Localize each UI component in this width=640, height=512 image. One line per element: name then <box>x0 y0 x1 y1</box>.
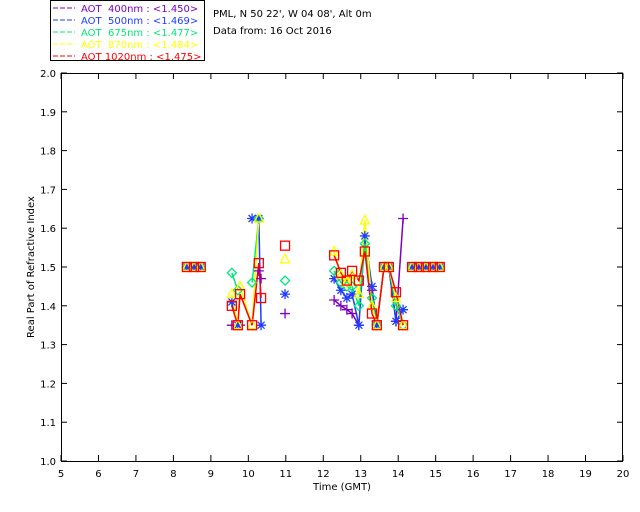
legend-entry: AOT 675nm : <1.477> <box>81 28 198 39</box>
series-markers <box>181 212 446 331</box>
y-tick-label: 1.9 <box>40 108 56 119</box>
x-tick-label: 19 <box>579 469 592 480</box>
y-tick-label: 1.5 <box>40 263 56 274</box>
x-tick-label: 20 <box>617 469 630 480</box>
x-tick-label: 12 <box>317 469 330 480</box>
x-tick-label: 5 <box>58 469 64 480</box>
legend-entry: AOT 1020nm : <1.475> <box>81 52 201 63</box>
y-axis-label: Real Part of Refractive Index <box>26 196 37 338</box>
x-tick-label: 7 <box>133 469 139 480</box>
site-info: PML, N 50 22', W 04 08', Alt 0m <box>213 9 372 20</box>
legend-entry: AOT 870nm : <1.484> <box>81 40 198 51</box>
data-point-asterisk <box>353 320 364 331</box>
data-point-diamond <box>279 275 291 286</box>
x-tick-label: 6 <box>95 469 101 480</box>
y-tick-label: 1.2 <box>40 379 56 390</box>
date-info: Data from: 16 Oct 2016 <box>213 26 332 37</box>
y-tick-label: 1.1 <box>40 418 56 429</box>
y-tick-label: 2.0 <box>40 69 56 80</box>
y-tick-label: 1.4 <box>40 302 56 313</box>
y-tick-label: 1.6 <box>40 224 56 235</box>
data-point-plus <box>280 308 291 319</box>
data-point-square <box>279 240 291 251</box>
plot-frame <box>61 73 623 462</box>
data-point-plus <box>398 213 409 224</box>
data-point-asterisk <box>280 289 291 300</box>
y-tick-label: 1.8 <box>40 147 56 158</box>
y-tick-label: 1.3 <box>40 341 56 352</box>
x-axis-label: Time (GMT) <box>312 482 371 493</box>
data-point-triangle <box>279 252 291 264</box>
data-point-asterisk <box>256 320 267 331</box>
legend-entry: AOT 500nm : <1.469> <box>81 16 198 27</box>
x-tick-label: 14 <box>392 469 405 480</box>
x-tick-label: 8 <box>170 469 176 480</box>
x-tick-label: 17 <box>504 469 517 480</box>
data-point-asterisk <box>366 281 377 292</box>
x-tick-label: 11 <box>279 469 292 480</box>
legend-entry: AOT 400nm : <1.450> <box>81 4 198 15</box>
x-tick-label: 10 <box>242 469 255 480</box>
x-tick-label: 15 <box>429 469 442 480</box>
x-tick-label: 16 <box>467 469 480 480</box>
x-tick-label: 9 <box>208 469 214 480</box>
y-tick-label: 1.0 <box>40 457 56 468</box>
y-tick-label: 1.7 <box>40 185 56 196</box>
x-tick-label: 18 <box>542 469 555 480</box>
refractive-index-chart: AOT 400nm : <1.450>AOT 500nm : <1.469>AO… <box>26 0 630 493</box>
x-tick-label: 13 <box>354 469 367 480</box>
